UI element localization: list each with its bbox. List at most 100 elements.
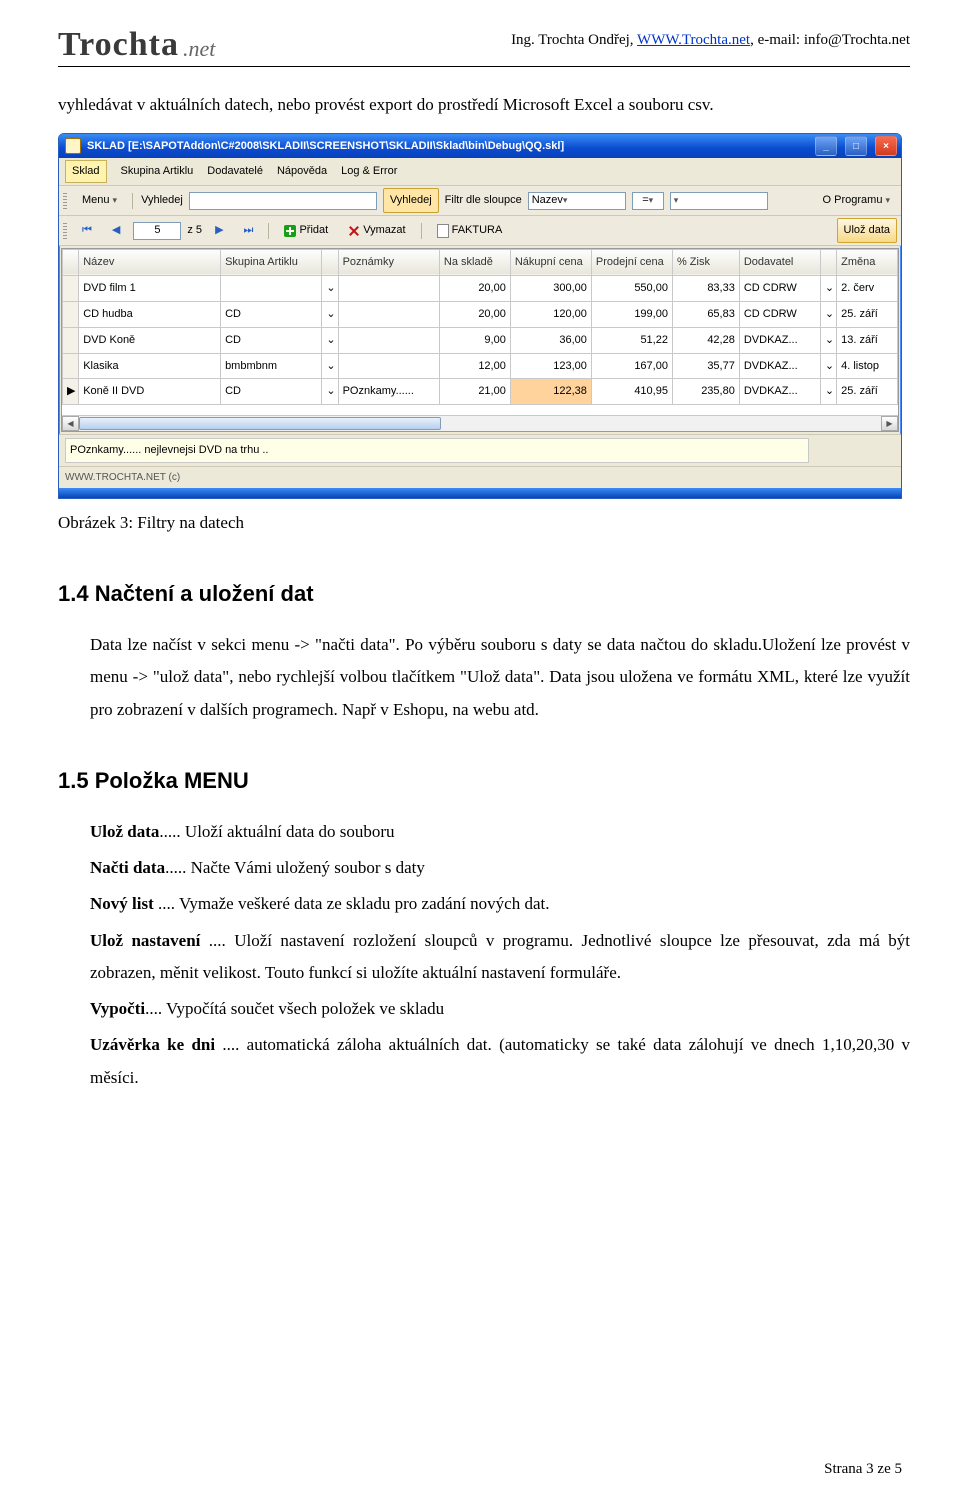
table-row[interactable]: Klasikabmbmbnm⌄12,00123,00167,0035,77DVD…: [63, 353, 898, 379]
menu-item-sklad[interactable]: Sklad: [65, 160, 107, 183]
table-cell[interactable]: [338, 275, 439, 301]
column-header[interactable]: [820, 249, 836, 275]
table-cell[interactable]: 12,00: [439, 353, 510, 379]
menu-item-dodavatele[interactable]: Dodavatelé: [207, 161, 263, 182]
table-cell[interactable]: 42,28: [672, 327, 739, 353]
maximize-button[interactable]: □: [845, 136, 867, 156]
column-header[interactable]: [63, 249, 79, 275]
table-cell[interactable]: CD: [221, 301, 322, 327]
table-cell[interactable]: 83,33: [672, 275, 739, 301]
table-cell[interactable]: ⌄: [820, 275, 836, 301]
table-cell[interactable]: POznkamy......: [338, 379, 439, 405]
table-cell[interactable]: ⌄: [820, 301, 836, 327]
table-cell[interactable]: DVDKAZ...: [739, 379, 820, 405]
search-input[interactable]: [189, 192, 377, 210]
table-cell[interactable]: [63, 327, 79, 353]
column-header[interactable]: [322, 249, 338, 275]
table-cell[interactable]: 122,38: [510, 379, 591, 405]
table-cell[interactable]: 167,00: [591, 353, 672, 379]
nav-first-button[interactable]: [75, 218, 99, 243]
table-cell[interactable]: 21,00: [439, 379, 510, 405]
table-cell[interactable]: 65,83: [672, 301, 739, 327]
faktura-button[interactable]: FAKTURA: [430, 218, 510, 243]
column-header[interactable]: Prodejní cena: [591, 249, 672, 275]
table-cell[interactable]: DVD film 1: [79, 275, 221, 301]
table-cell[interactable]: [63, 353, 79, 379]
menu-item-skupina[interactable]: Skupina Artiklu: [121, 161, 194, 182]
table-cell[interactable]: 13. září: [837, 327, 898, 353]
column-header[interactable]: Dodavatel: [739, 249, 820, 275]
table-row[interactable]: DVD KoněCD⌄9,0036,0051,2242,28DVDKAZ...⌄…: [63, 327, 898, 353]
table-cell[interactable]: Klasika: [79, 353, 221, 379]
table-cell[interactable]: DVD Koně: [79, 327, 221, 353]
close-button[interactable]: ×: [875, 136, 897, 156]
filter-value-select[interactable]: [670, 192, 768, 210]
table-cell[interactable]: ▶: [63, 379, 79, 405]
table-cell[interactable]: ⌄: [820, 379, 836, 405]
table-cell[interactable]: CD: [221, 379, 322, 405]
scroll-thumb[interactable]: [79, 417, 441, 430]
table-cell[interactable]: ⌄: [322, 327, 338, 353]
nav-prev-button[interactable]: [105, 218, 127, 243]
table-cell[interactable]: 550,00: [591, 275, 672, 301]
save-data-button[interactable]: Ulož data: [837, 218, 897, 243]
table-cell[interactable]: CD CDRW: [739, 301, 820, 327]
table-cell[interactable]: 9,00: [439, 327, 510, 353]
table-cell[interactable]: CD: [221, 327, 322, 353]
table-cell[interactable]: 25. září: [837, 301, 898, 327]
menu-item-log[interactable]: Log & Error: [341, 161, 397, 182]
column-header[interactable]: Název: [79, 249, 221, 275]
table-cell[interactable]: 120,00: [510, 301, 591, 327]
table-cell[interactable]: 4. listop: [837, 353, 898, 379]
table-cell[interactable]: ⌄: [322, 353, 338, 379]
table-cell[interactable]: [221, 275, 322, 301]
table-cell[interactable]: 51,22: [591, 327, 672, 353]
table-cell[interactable]: ⌄: [820, 327, 836, 353]
table-cell[interactable]: 235,80: [672, 379, 739, 405]
table-cell[interactable]: ⌄: [322, 379, 338, 405]
table-cell[interactable]: DVDKAZ...: [739, 353, 820, 379]
table-cell[interactable]: [338, 301, 439, 327]
nav-last-button[interactable]: [237, 218, 261, 243]
table-cell[interactable]: [338, 327, 439, 353]
filter-column-select[interactable]: Nazev: [528, 192, 626, 210]
table-cell[interactable]: 123,00: [510, 353, 591, 379]
table-cell[interactable]: 2. červ: [837, 275, 898, 301]
table-cell[interactable]: 410,95: [591, 379, 672, 405]
table-cell[interactable]: [63, 301, 79, 327]
column-header[interactable]: % Zisk: [672, 249, 739, 275]
menu-item-napoveda[interactable]: Nápověda: [277, 161, 327, 182]
table-row[interactable]: ▶Koně II DVDCD⌄POznkamy......21,00122,38…: [63, 379, 898, 405]
table-cell[interactable]: 36,00: [510, 327, 591, 353]
table-cell[interactable]: CD CDRW: [739, 275, 820, 301]
nav-next-button[interactable]: [208, 218, 230, 243]
column-header[interactable]: Změna: [837, 249, 898, 275]
horizontal-scrollbar[interactable]: ◀ ▶: [62, 415, 898, 431]
table-cell[interactable]: 20,00: [439, 275, 510, 301]
table-cell[interactable]: ⌄: [322, 275, 338, 301]
table-cell[interactable]: 25. září: [837, 379, 898, 405]
scroll-right-button[interactable]: ▶: [881, 416, 898, 431]
delete-button[interactable]: Vymazat: [341, 218, 412, 243]
column-header[interactable]: Na skladě: [439, 249, 510, 275]
table-cell[interactable]: 199,00: [591, 301, 672, 327]
menu-dropdown-button[interactable]: Menu: [75, 188, 124, 213]
filter-operator-select[interactable]: =: [632, 192, 664, 210]
table-cell[interactable]: CD hudba: [79, 301, 221, 327]
table-cell[interactable]: [63, 275, 79, 301]
column-header[interactable]: Nákupní cena: [510, 249, 591, 275]
table-cell[interactable]: 20,00: [439, 301, 510, 327]
table-cell[interactable]: ⌄: [322, 301, 338, 327]
table-cell[interactable]: 300,00: [510, 275, 591, 301]
header-url-link[interactable]: WWW.Trochta.net: [637, 32, 750, 48]
scroll-left-button[interactable]: ◀: [62, 416, 79, 431]
table-cell[interactable]: 35,77: [672, 353, 739, 379]
table-row[interactable]: DVD film 1 ⌄ 20,00300,00550,0083,33CD CDRW…: [63, 275, 898, 301]
minimize-button[interactable]: _: [815, 136, 837, 156]
column-header[interactable]: Skupina Artiklu: [221, 249, 322, 275]
about-button[interactable]: O Programu: [816, 188, 897, 213]
table-cell[interactable]: ⌄: [820, 353, 836, 379]
add-button[interactable]: Přidat: [277, 218, 335, 243]
table-cell[interactable]: [338, 353, 439, 379]
page-current-input[interactable]: 5: [133, 222, 181, 240]
